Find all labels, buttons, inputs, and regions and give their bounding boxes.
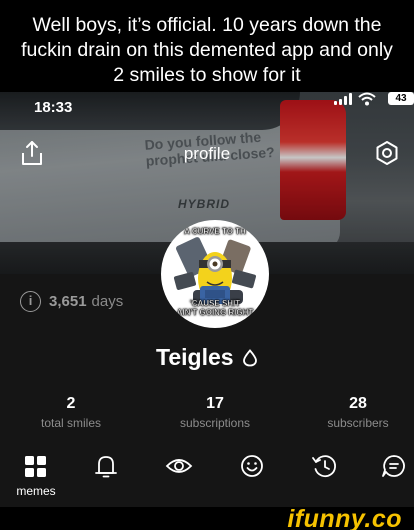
username: Teigles — [156, 344, 234, 370]
page-title: profile — [183, 144, 231, 163]
tab-memes[interactable]: memes — [14, 452, 58, 498]
settings-icon — [376, 141, 398, 165]
stat-label: total smiles — [40, 416, 102, 430]
stat-value: 2 — [66, 395, 76, 412]
eye-icon — [165, 459, 193, 473]
tab-history[interactable] — [302, 452, 346, 496]
meme-caption: Well boys, it’s official. 10 years down … — [0, 0, 414, 92]
battery-indicator: 43 — [388, 92, 414, 105]
stat-subscriptions[interactable]: 17 subscriptions — [145, 394, 285, 432]
avatar-caption-bottom: 'CAUSE SHIT AIN'T GOING RIGHT — [161, 299, 269, 317]
days-value: 3,651 — [49, 292, 87, 310]
stat-label: subscriptions — [179, 416, 251, 430]
avatar-caption-top: A CURVE TO TH — [184, 227, 246, 236]
caption-line-1: Well boys, it’s official. 10 years down … — [32, 14, 382, 36]
stat-value: 17 — [206, 395, 224, 412]
settings-button[interactable] — [374, 140, 400, 166]
caption-line-2: fuckin drain on this demented app and on… — [21, 39, 393, 61]
status-bar: 18:33 43 — [0, 92, 414, 120]
profile-stats: 2 total smiles 17 subscriptions 28 subsc… — [0, 394, 414, 434]
caption-line-3: 2 smiles to show for it — [113, 64, 301, 86]
username-row: Teigles — [0, 344, 414, 371]
ifunny-watermark: ifunny.co — [287, 505, 402, 530]
stat-label: subscribers — [327, 416, 389, 430]
profile-screen: Do you follow the prophet ullu close? HY… — [0, 92, 414, 507]
droplet-icon — [243, 348, 257, 366]
stat-total-smiles[interactable]: 2 total smiles — [1, 394, 141, 432]
avatar-caption-bottom-2: AIN'T GOING RIGHT — [176, 308, 254, 317]
status-time: 18:33 — [34, 99, 73, 116]
days-label: days — [91, 292, 124, 310]
tab-viewed[interactable] — [157, 452, 201, 496]
tab-comments[interactable] — [372, 452, 414, 496]
days-on-app[interactable]: i 3,651 days — [20, 290, 123, 312]
avatar[interactable]: A CURVE TO TH 'CAUSE SHIT AIN'T GOING RI… — [161, 220, 269, 328]
tab-notifications[interactable] — [84, 452, 128, 496]
tab-smiles[interactable] — [230, 452, 274, 496]
wifi-icon — [358, 92, 376, 106]
chat-icon — [382, 455, 405, 477]
profile-tab-bar: memes — [0, 452, 414, 502]
history-icon — [312, 455, 336, 478]
footer: ifunny.co — [0, 505, 414, 530]
bell-icon — [95, 456, 117, 478]
avatar-caption-bottom-1: 'CAUSE SHIT — [189, 299, 241, 308]
stat-subscribers[interactable]: 28 subscribers — [288, 394, 414, 432]
stat-value: 28 — [349, 395, 367, 412]
grid-icon — [25, 456, 46, 477]
smile-icon — [241, 455, 263, 477]
tab-label: memes — [16, 484, 56, 498]
signal-icon — [334, 93, 352, 105]
info-icon: i — [20, 290, 41, 312]
